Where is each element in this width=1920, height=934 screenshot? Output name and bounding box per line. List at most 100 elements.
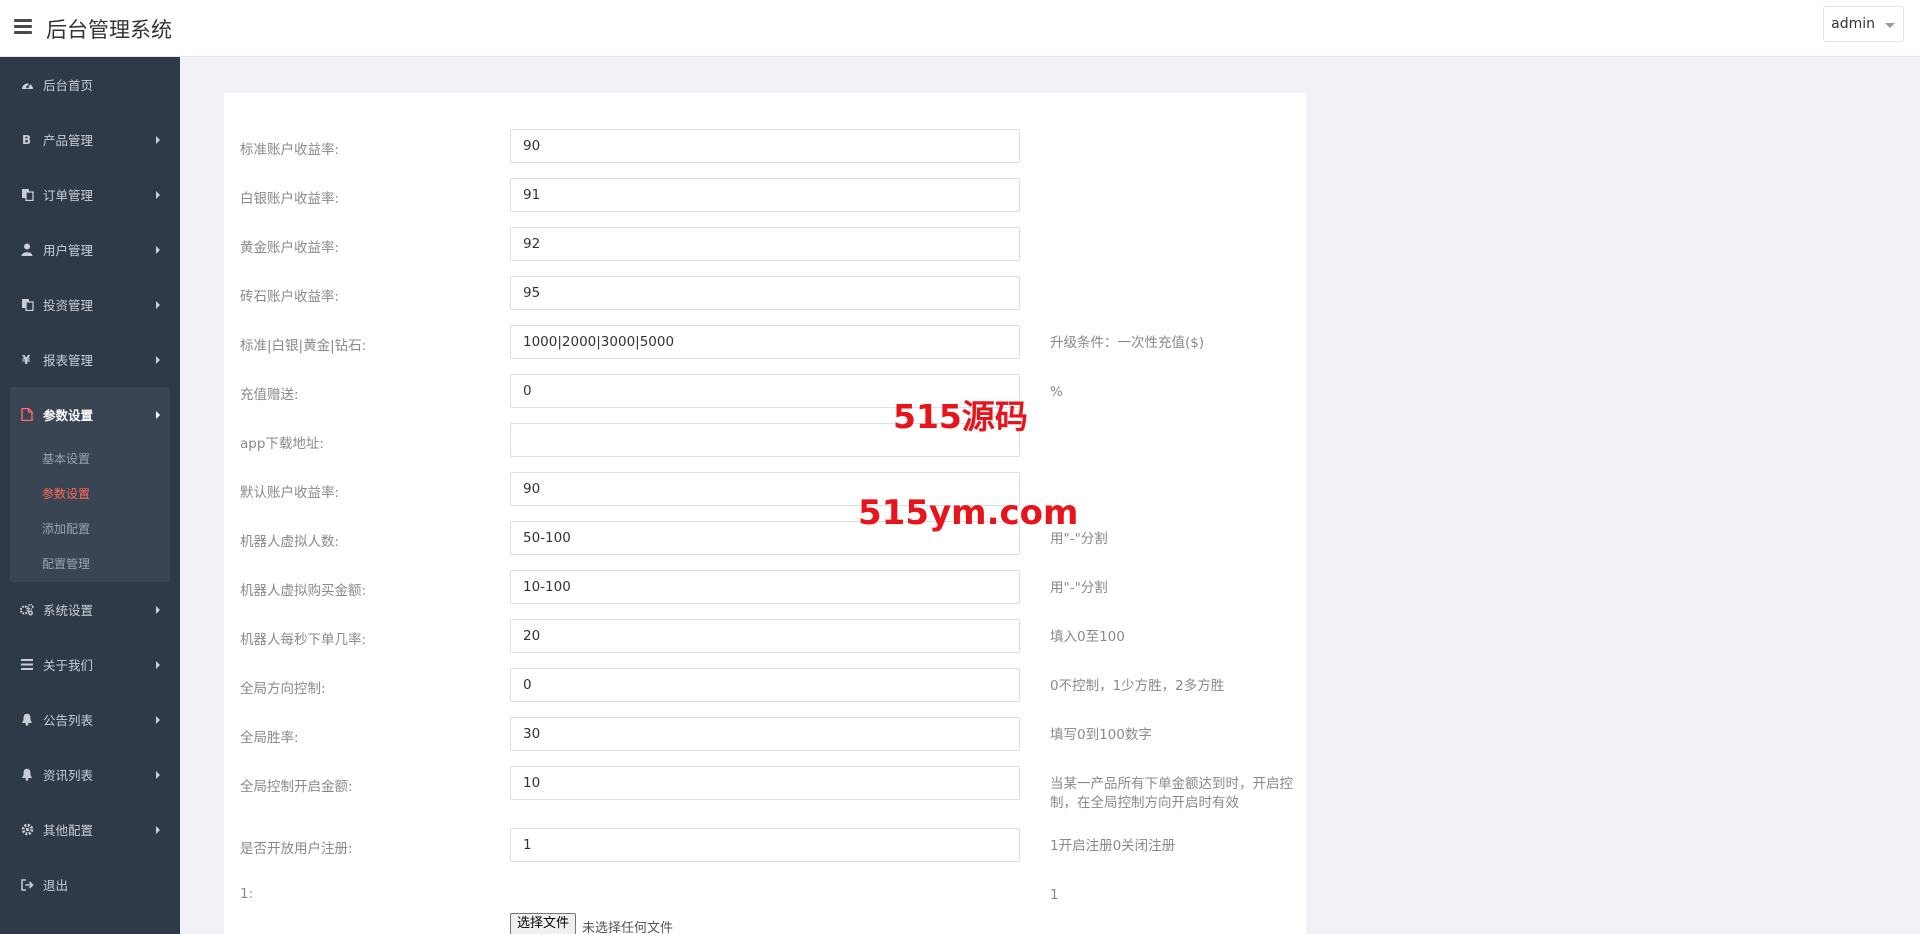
chevron-right-icon (156, 716, 160, 724)
form-input[interactable] (510, 668, 1020, 702)
sidebar-item[interactable]: 投资管理 (0, 277, 180, 332)
form-label: 标准|白银|黄金|钻石: (240, 338, 367, 354)
file-status-text: 未选择任何文件 (582, 921, 674, 934)
sidebar-item-label: 投资管理 (43, 298, 94, 313)
form-label: 机器人虚拟购买金额: (240, 583, 367, 599)
menu-toggle-icon[interactable] (14, 19, 32, 35)
bitcoin-icon: B (20, 133, 34, 147)
form-row-file: 1: 1 (240, 877, 1290, 913)
sidebar-item[interactable]: 用户管理 (0, 222, 180, 277)
sidebar-item-params[interactable]: 参数设置 (10, 387, 170, 442)
sidebar-item[interactable]: 订单管理 (0, 167, 180, 222)
form-hint: 0不控制，1少方胜，2多方胜 (1050, 678, 1225, 694)
form-hint: 1 (1050, 887, 1059, 903)
top-header: 后台管理系统 admin (0, 0, 1920, 57)
watermark-url: 515ym.com (858, 493, 1079, 533)
form-label: 默认账户收益率: (240, 485, 340, 501)
chevron-right-icon (156, 606, 160, 614)
form-row: 充值赠送:% (240, 374, 1290, 410)
svg-text:B: B (22, 133, 31, 146)
yen-icon: ¥ (20, 353, 34, 367)
list-icon (20, 658, 34, 672)
sidebar-subitem[interactable]: 配置管理 (10, 547, 170, 582)
sidebar-subitem[interactable]: 添加配置 (10, 512, 170, 547)
sidebar-item[interactable]: 公告列表 (0, 692, 180, 747)
form-label: 标准账户收益率: (240, 142, 340, 158)
sidebar-item[interactable]: 后台首页 (0, 57, 180, 112)
chevron-right-icon (156, 191, 160, 199)
bell-icon (20, 768, 34, 782)
user-dropdown[interactable]: admin (1823, 6, 1904, 42)
form-row: 是否开放用户注册: 1开启注册0关闭注册 (240, 828, 1290, 864)
sidebar-item-label: 报表管理 (43, 353, 94, 368)
form-input[interactable] (510, 828, 1020, 862)
form-hint: 1开启注册0关闭注册 (1050, 838, 1176, 854)
form-row: 标准|白银|黄金|钻石: 升级条件：一次性充值($) (240, 325, 1290, 361)
sidebar-item[interactable]: 其他配置 (0, 802, 180, 857)
form-row: 白银账户收益率: (240, 178, 1290, 214)
form-row: app下载地址: (240, 423, 1290, 459)
sidebar-subitem[interactable]: 基本设置 (10, 442, 170, 477)
watermark-text: 515源码 (893, 397, 1028, 436)
sidebar-item[interactable]: B 产品管理 (0, 112, 180, 167)
file-icon (20, 408, 34, 422)
form-row: 全局方向控制: 0不控制，1少方胜，2多方胜 (240, 668, 1290, 704)
form-input[interactable] (510, 129, 1020, 163)
form-input[interactable] (510, 619, 1020, 653)
form-row: 黄金账户收益率: (240, 227, 1290, 263)
sidebar-item[interactable]: 关于我们 (0, 637, 180, 692)
sidebar-item-label: 用户管理 (43, 243, 94, 258)
form-label: 白银账户收益率: (240, 191, 340, 207)
form-label: app下载地址: (240, 436, 324, 452)
chevron-right-icon (156, 301, 160, 309)
chevron-right-icon (156, 411, 160, 419)
chevron-right-icon (156, 826, 160, 834)
sidebar-item-label: 系统设置 (43, 603, 94, 618)
form-input[interactable] (510, 570, 1020, 604)
choose-file-button[interactable]: 选择文件 (510, 913, 577, 934)
form-label: 黄金账户收益率: (240, 240, 340, 256)
sidebar-subitem[interactable]: 参数设置 (10, 477, 170, 512)
form-label: 是否开放用户注册: (240, 841, 353, 857)
form-input[interactable] (510, 227, 1020, 261)
user-icon (20, 243, 34, 257)
form-input[interactable] (510, 766, 1020, 800)
nav-group-params: 参数设置 基本设置 参数设置 添加配置 配置管理 (10, 387, 170, 582)
sidebar-item-label: 资讯列表 (43, 768, 94, 783)
settings-form-card: 标准账户收益率: 白银账户收益率: 黄金账户收益率: 砖石账户收益率: 标准|白银|黄金… (224, 93, 1306, 934)
form-hint: 用"-"分割 (1050, 580, 1108, 596)
gear-icon (20, 823, 34, 837)
sidebar-item[interactable]: ¥ 报表管理 (0, 332, 180, 387)
form-hint: % (1050, 384, 1063, 400)
sidebar-item-label: 订单管理 (43, 188, 94, 203)
chevron-right-icon (156, 356, 160, 364)
bell-icon (20, 713, 34, 727)
chevron-right-icon (156, 136, 160, 144)
sidebar-item[interactable]: 退出 (0, 857, 180, 912)
form-input[interactable] (510, 325, 1020, 359)
chevron-right-icon (156, 661, 160, 669)
sidebar-item[interactable]: 系统设置 (0, 582, 180, 637)
form-label: 全局方向控制: (240, 681, 326, 697)
caret-down-icon (1885, 23, 1895, 28)
chevron-right-icon (156, 246, 160, 254)
copy-icon (20, 188, 34, 202)
sign-out-icon (20, 878, 34, 892)
form-row: 标准账户收益率: (240, 129, 1290, 165)
form-label: 充值赠送: (240, 387, 299, 403)
form-label: 全局胜率: (240, 730, 299, 746)
form-row: 默认账户收益率: (240, 472, 1290, 508)
sidebar-item-label: 参数设置 (43, 408, 94, 423)
form-row: 机器人虚拟购买金额: 用"-"分割 (240, 570, 1290, 606)
sidebar-item[interactable]: 资讯列表 (0, 747, 180, 802)
form-input[interactable] (510, 276, 1020, 310)
form-input[interactable] (510, 178, 1020, 212)
form-row: 全局控制开启金额: 当某一产品所有下单金额达到时，开启控制，在全局控制方向开启时有… (240, 766, 1293, 811)
sidebar-item-label: 关于我们 (43, 658, 94, 673)
app-title: 后台管理系统 (46, 18, 172, 42)
sidebar-item-label: 公告列表 (43, 713, 94, 728)
form-label: 机器人每秒下单几率: (240, 632, 367, 648)
form-input[interactable] (510, 717, 1020, 751)
form-label: 1: (240, 886, 254, 902)
copy-icon (20, 298, 34, 312)
